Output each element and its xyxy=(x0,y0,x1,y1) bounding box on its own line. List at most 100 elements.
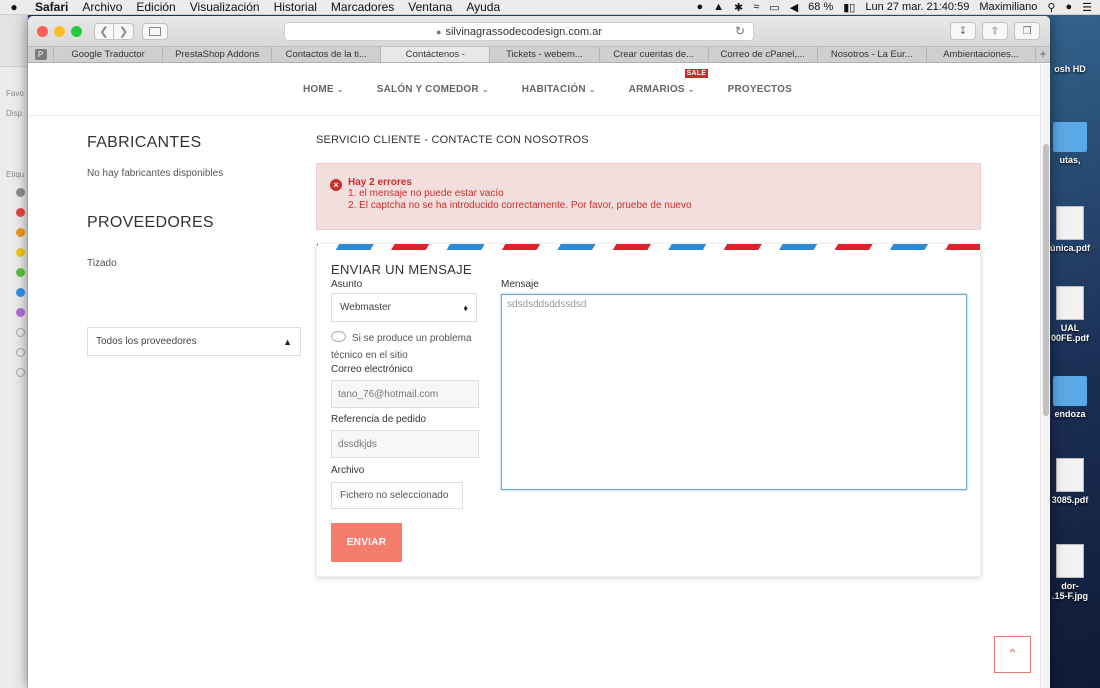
nav-home[interactable]: HOME ⌄ xyxy=(303,84,344,95)
nav-proyectos[interactable]: PROYECTOS xyxy=(728,84,792,95)
tab-contactenos[interactable]: Contáctenos - xyxy=(381,47,491,62)
suppliers-title[interactable]: PROVEEDORES xyxy=(87,214,302,232)
drive-icon[interactable]: ▲ xyxy=(713,1,724,13)
pinned-tab-favicon: P xyxy=(34,49,47,60)
message-textarea[interactable]: sdsdsddsddssdsd xyxy=(501,294,967,490)
supplier-link[interactable]: Tizado xyxy=(87,258,302,269)
tab-contactos[interactable]: Contactos de la ti... xyxy=(272,47,382,62)
tab-google-traductor[interactable]: Google Traductor xyxy=(54,47,164,62)
contact-form: ENVIAR UN MENSAJE Asunto Webmaster ♦ Si … xyxy=(316,243,981,577)
chevron-down-icon: ⌄ xyxy=(687,85,695,94)
scrollbar-thumb[interactable] xyxy=(1043,144,1049,416)
fullscreen-window-button[interactable] xyxy=(71,25,82,37)
apple-menu-icon[interactable]: ● xyxy=(0,0,28,14)
alert-title: Hay 2 errores xyxy=(348,177,412,188)
error-item: 2. El captcha no se ha introducido corre… xyxy=(348,200,692,211)
scroll-to-top-button[interactable]: ⌃ xyxy=(994,636,1031,673)
mac-menu-bar: ● Safari Archivo Edición Visualización H… xyxy=(0,0,1100,15)
desktop-label: 3085.pdf xyxy=(1051,495,1089,505)
menu-clock[interactable]: Lun 27 mar. 21:40:59 xyxy=(865,1,969,13)
contact-main: SERVICIO CLIENTE - CONTACTE CON NOSOTROS… xyxy=(316,134,981,577)
minimize-window-button[interactable] xyxy=(54,25,65,37)
tag-blue-dot[interactable] xyxy=(16,288,25,297)
subject-hint: Si se produce un problema técnico en el … xyxy=(331,330,481,364)
finder-section-label: Etiqu xyxy=(6,170,25,179)
downloads-button[interactable]: ↧ xyxy=(950,22,976,40)
tag-red-dot[interactable] xyxy=(16,208,25,217)
subject-hint-text: Si se produce un problema técnico en el … xyxy=(331,333,472,361)
tab-correo-cpanel[interactable]: Correo de cPanel,... xyxy=(709,47,818,62)
reload-icon[interactable]: ↻ xyxy=(735,24,745,38)
spotlight-search-icon[interactable]: ⚲ xyxy=(1047,1,1055,14)
tab-prestashop-addons[interactable]: PrestaShop Addons xyxy=(163,47,273,62)
tag-gray-dot[interactable] xyxy=(16,188,25,197)
suppliers-select[interactable]: Todos los proveedores ▲ xyxy=(87,327,301,356)
nav-habitacion[interactable]: HABITACIÓN ⌄ xyxy=(522,84,596,95)
creative-cloud-icon[interactable]: ● xyxy=(696,1,703,13)
bluetooth-icon[interactable]: ✱ xyxy=(734,1,743,14)
notification-center-icon[interactable]: ☰ xyxy=(1082,1,1092,14)
nav-armarios-label: ARMARIOS xyxy=(628,84,685,95)
menu-visualizacion[interactable]: Visualización xyxy=(183,0,267,14)
siri-icon[interactable]: ● xyxy=(1065,1,1072,13)
error-alert: × Hay 2 errores 1. el mensaje no puede e… xyxy=(316,163,981,230)
chevron-down-icon: ⌄ xyxy=(481,85,489,94)
manufacturers-empty-text: No hay fabricantes disponibles xyxy=(87,168,224,179)
tag-empty-dot[interactable] xyxy=(16,328,25,337)
email-label: Correo electrónico xyxy=(331,364,413,375)
menu-archivo[interactable]: Archivo xyxy=(75,0,129,14)
tag-orange-dot[interactable] xyxy=(16,228,25,237)
pinned-tab[interactable]: P xyxy=(28,47,54,62)
desktop-label: endoza xyxy=(1054,409,1086,419)
menu-edicion[interactable]: Edición xyxy=(129,0,182,14)
tag-green-dot[interactable] xyxy=(16,268,25,277)
forward-button[interactable]: ❯ xyxy=(114,22,134,40)
tab-tickets[interactable]: Tickets - webem... xyxy=(490,47,600,62)
show-all-tabs-button[interactable]: ❐ xyxy=(1014,22,1040,40)
address-bar[interactable]: ● silvinagrassodecodesign.com.ar ↻ xyxy=(284,22,754,41)
airmail-border xyxy=(317,244,980,250)
tag-purple-dot[interactable] xyxy=(16,308,25,317)
finder-section-label: Disp xyxy=(6,109,23,118)
file-thumbnail-icon xyxy=(1056,458,1084,492)
nav-salon-comedor[interactable]: SALÓN Y COMEDOR ⌄ xyxy=(377,84,489,95)
menu-ventana[interactable]: Ventana xyxy=(401,0,459,14)
tag-empty-dot[interactable] xyxy=(16,368,25,377)
chevron-down-icon: ⌄ xyxy=(588,85,596,94)
battery-icon[interactable]: ▮▯ xyxy=(843,1,855,14)
subject-select[interactable]: Webmaster ♦ xyxy=(331,293,477,322)
back-button[interactable]: ❮ xyxy=(94,22,114,40)
tab-nosotros[interactable]: Nosotros - La Eur... xyxy=(818,47,927,62)
tab-ambientaciones[interactable]: Ambientaciones... xyxy=(927,47,1036,62)
file-upload-input[interactable]: Fichero no seleccionado xyxy=(331,482,463,509)
menu-marcadores[interactable]: Marcadores xyxy=(324,0,401,14)
menu-safari[interactable]: Safari xyxy=(28,0,75,14)
menu-historial[interactable]: Historial xyxy=(267,0,324,14)
tag-yellow-dot[interactable] xyxy=(16,248,25,257)
order-reference-field[interactable]: dssdkjds xyxy=(331,430,479,458)
tag-empty-dot[interactable] xyxy=(16,348,25,357)
tab-crear-cuentas[interactable]: Crear cuentas de... xyxy=(600,47,709,62)
close-window-button[interactable] xyxy=(37,25,48,37)
error-icon: × xyxy=(330,179,342,191)
sale-badge: SALE xyxy=(684,69,709,78)
wifi-icon[interactable]: ≈ xyxy=(753,1,759,13)
manufacturers-title[interactable]: FABRICANTES xyxy=(87,134,302,152)
history-nav: ❮ ❯ xyxy=(94,22,134,40)
airplay-icon[interactable]: ▭ xyxy=(769,1,779,14)
lock-icon: ● xyxy=(436,26,442,37)
volume-icon[interactable]: ◀ xyxy=(790,1,798,14)
send-button[interactable]: ENVIAR xyxy=(331,523,402,562)
user-name[interactable]: Maximiliano xyxy=(979,1,1037,13)
new-tab-button[interactable]: + xyxy=(1036,47,1050,62)
share-button[interactable]: ⇧ xyxy=(982,22,1008,40)
menu-ayuda[interactable]: Ayuda xyxy=(459,0,507,14)
email-field[interactable]: tano_76@hotmail.com xyxy=(331,380,479,408)
page-scrollbar[interactable] xyxy=(1040,64,1050,688)
nav-armarios[interactable]: ARMARIOS ⌄ SALE xyxy=(628,69,709,95)
battery-percent[interactable]: 68 % xyxy=(808,1,833,13)
page-title: SERVICIO CLIENTE - CONTACTE CON NOSOTROS xyxy=(316,134,589,146)
sidebar-icon xyxy=(149,26,161,36)
error-list: 1. el mensaje no puede estar vacío 2. El… xyxy=(348,188,980,212)
sidebar-toggle-button[interactable] xyxy=(142,22,168,40)
